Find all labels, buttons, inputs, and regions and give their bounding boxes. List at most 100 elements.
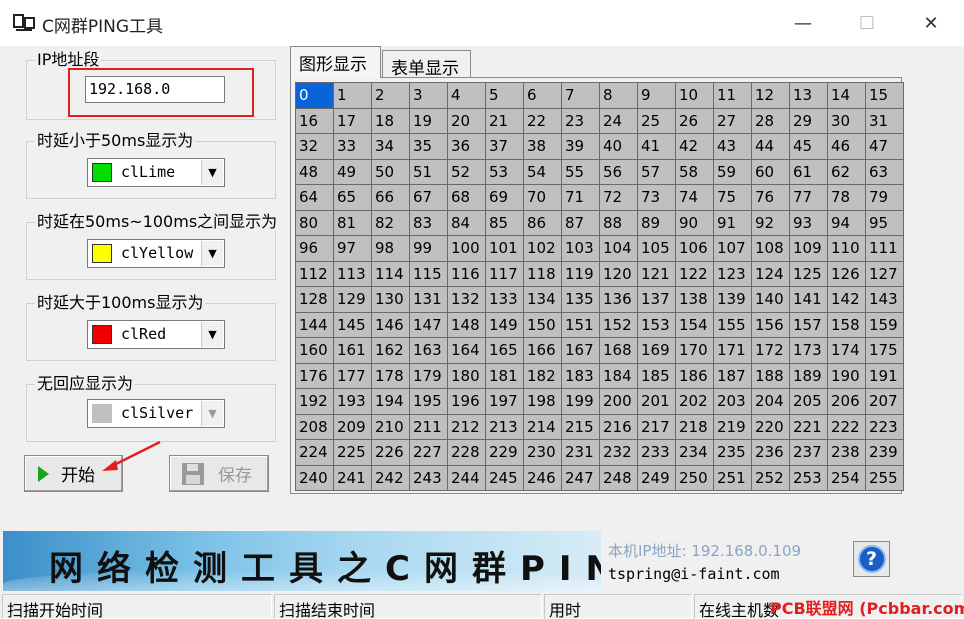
ip-cell-202[interactable]: 202 (676, 389, 714, 415)
ip-cell-9[interactable]: 9 (638, 83, 676, 109)
ip-cell-200[interactable]: 200 (600, 389, 638, 415)
ip-cell-54[interactable]: 54 (524, 159, 562, 185)
ip-cell-223[interactable]: 223 (866, 414, 904, 440)
ip-cell-155[interactable]: 155 (714, 312, 752, 338)
ip-cell-103[interactable]: 103 (562, 236, 600, 262)
ip-cell-55[interactable]: 55 (562, 159, 600, 185)
ip-cell-149[interactable]: 149 (486, 312, 524, 338)
ip-cell-101[interactable]: 101 (486, 236, 524, 262)
ip-cell-67[interactable]: 67 (410, 185, 448, 211)
ip-cell-59[interactable]: 59 (714, 159, 752, 185)
ip-cell-94[interactable]: 94 (828, 210, 866, 236)
ip-cell-34[interactable]: 34 (372, 134, 410, 160)
ip-cell-75[interactable]: 75 (714, 185, 752, 211)
ip-cell-31[interactable]: 31 (866, 108, 904, 134)
ip-cell-129[interactable]: 129 (334, 287, 372, 313)
ip-cell-28[interactable]: 28 (752, 108, 790, 134)
ip-cell-213[interactable]: 213 (486, 414, 524, 440)
ip-cell-68[interactable]: 68 (448, 185, 486, 211)
ip-cell-224[interactable]: 224 (296, 440, 334, 466)
ip-cell-240[interactable]: 240 (296, 465, 334, 491)
ip-cell-212[interactable]: 212 (448, 414, 486, 440)
ip-cell-211[interactable]: 211 (410, 414, 448, 440)
ip-cell-17[interactable]: 17 (334, 108, 372, 134)
ip-cell-19[interactable]: 19 (410, 108, 448, 134)
ip-cell-167[interactable]: 167 (562, 338, 600, 364)
ip-cell-193[interactable]: 193 (334, 389, 372, 415)
ip-cell-197[interactable]: 197 (486, 389, 524, 415)
ip-cell-61[interactable]: 61 (790, 159, 828, 185)
ip-cell-191[interactable]: 191 (866, 363, 904, 389)
ip-cell-8[interactable]: 8 (600, 83, 638, 109)
ip-cell-21[interactable]: 21 (486, 108, 524, 134)
ip-cell-83[interactable]: 83 (410, 210, 448, 236)
ip-cell-50[interactable]: 50 (372, 159, 410, 185)
ip-cell-196[interactable]: 196 (448, 389, 486, 415)
ip-cell-183[interactable]: 183 (562, 363, 600, 389)
ip-cell-227[interactable]: 227 (410, 440, 448, 466)
ip-cell-44[interactable]: 44 (752, 134, 790, 160)
chevron-down-icon[interactable]: ▼ (201, 322, 223, 347)
ip-cell-222[interactable]: 222 (828, 414, 866, 440)
ip-cell-244[interactable]: 244 (448, 465, 486, 491)
ip-cell-173[interactable]: 173 (790, 338, 828, 364)
ip-cell-225[interactable]: 225 (334, 440, 372, 466)
ip-cell-109[interactable]: 109 (790, 236, 828, 262)
ip-cell-40[interactable]: 40 (600, 134, 638, 160)
ip-cell-6[interactable]: 6 (524, 83, 562, 109)
ip-cell-161[interactable]: 161 (334, 338, 372, 364)
ip-cell-189[interactable]: 189 (790, 363, 828, 389)
ip-cell-150[interactable]: 150 (524, 312, 562, 338)
ip-cell-252[interactable]: 252 (752, 465, 790, 491)
ip-cell-11[interactable]: 11 (714, 83, 752, 109)
ip-cell-38[interactable]: 38 (524, 134, 562, 160)
ip-cell-178[interactable]: 178 (372, 363, 410, 389)
ip-cell-119[interactable]: 119 (562, 261, 600, 287)
ip-cell-206[interactable]: 206 (828, 389, 866, 415)
ip-cell-22[interactable]: 22 (524, 108, 562, 134)
close-button[interactable]: ✕ (899, 0, 963, 46)
minimize-button[interactable]: — (771, 0, 835, 46)
ip-cell-255[interactable]: 255 (866, 465, 904, 491)
ip-cell-114[interactable]: 114 (372, 261, 410, 287)
ip-cell-138[interactable]: 138 (676, 287, 714, 313)
ip-cell-84[interactable]: 84 (448, 210, 486, 236)
ip-cell-236[interactable]: 236 (752, 440, 790, 466)
ip-cell-185[interactable]: 185 (638, 363, 676, 389)
ip-cell-51[interactable]: 51 (410, 159, 448, 185)
ip-cell-73[interactable]: 73 (638, 185, 676, 211)
ip-cell-245[interactable]: 245 (486, 465, 524, 491)
ip-cell-108[interactable]: 108 (752, 236, 790, 262)
ip-cell-65[interactable]: 65 (334, 185, 372, 211)
ip-cell-218[interactable]: 218 (676, 414, 714, 440)
color-select-none[interactable]: clSilver ▼ (87, 399, 225, 428)
help-button[interactable]: ? (853, 541, 890, 577)
ip-cell-47[interactable]: 47 (866, 134, 904, 160)
ip-cell-2[interactable]: 2 (372, 83, 410, 109)
ip-cell-86[interactable]: 86 (524, 210, 562, 236)
ip-cell-198[interactable]: 198 (524, 389, 562, 415)
ip-cell-76[interactable]: 76 (752, 185, 790, 211)
ip-cell-210[interactable]: 210 (372, 414, 410, 440)
ip-cell-60[interactable]: 60 (752, 159, 790, 185)
ip-cell-82[interactable]: 82 (372, 210, 410, 236)
ip-cell-87[interactable]: 87 (562, 210, 600, 236)
ip-cell-142[interactable]: 142 (828, 287, 866, 313)
ip-cell-121[interactable]: 121 (638, 261, 676, 287)
ip-cell-96[interactable]: 96 (296, 236, 334, 262)
chevron-down-icon[interactable]: ▼ (201, 241, 223, 266)
ip-cell-208[interactable]: 208 (296, 414, 334, 440)
ip-cell-226[interactable]: 226 (372, 440, 410, 466)
ip-cell-242[interactable]: 242 (372, 465, 410, 491)
ip-cell-113[interactable]: 113 (334, 261, 372, 287)
ip-cell-74[interactable]: 74 (676, 185, 714, 211)
ip-cell-39[interactable]: 39 (562, 134, 600, 160)
ip-cell-233[interactable]: 233 (638, 440, 676, 466)
ip-cell-153[interactable]: 153 (638, 312, 676, 338)
ip-cell-33[interactable]: 33 (334, 134, 372, 160)
ip-cell-125[interactable]: 125 (790, 261, 828, 287)
ip-cell-93[interactable]: 93 (790, 210, 828, 236)
chevron-down-icon[interactable]: ▼ (201, 160, 223, 185)
ip-cell-71[interactable]: 71 (562, 185, 600, 211)
ip-cell-154[interactable]: 154 (676, 312, 714, 338)
